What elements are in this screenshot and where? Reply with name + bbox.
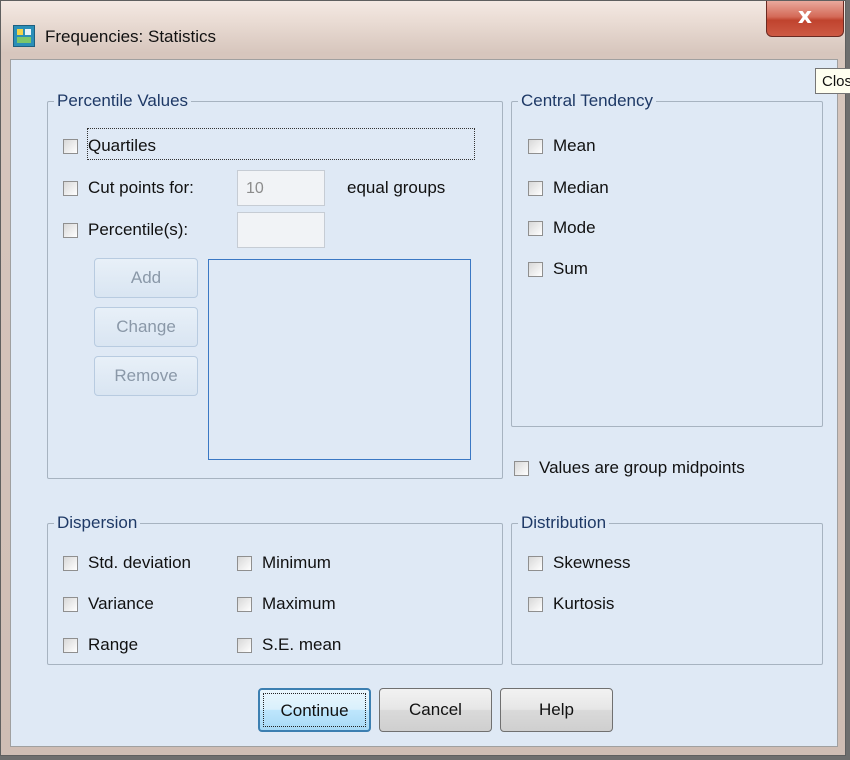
percentiles-checkbox[interactable]: Percentile(s): — [63, 218, 188, 242]
percentiles-label: Percentile(s): — [88, 220, 189, 239]
range-checkbox-box[interactable] — [63, 637, 78, 653]
remove-button[interactable]: Remove — [94, 356, 198, 396]
group-midpoints-checkbox[interactable]: Values are group midpoints — [514, 456, 745, 480]
close-tooltip: Close — [815, 68, 850, 94]
dispersion-legend: Dispersion — [54, 513, 141, 533]
se-mean-checkbox[interactable]: S.E. mean — [237, 633, 341, 657]
variance-checkbox[interactable]: Variance — [63, 592, 154, 616]
kurtosis-checkbox-box[interactable] — [528, 596, 543, 612]
equal-groups-label: equal groups — [347, 176, 445, 200]
sum-label: Sum — [553, 259, 588, 278]
sum-checkbox[interactable]: Sum — [528, 257, 588, 281]
central-tendency-legend: Central Tendency — [518, 91, 656, 111]
cut-points-label: Cut points for: — [88, 178, 194, 197]
skewness-label: Skewness — [553, 553, 631, 572]
mean-label: Mean — [553, 136, 596, 155]
statistics-dialog: Frequencies: Statistics x Percentile Val… — [0, 0, 846, 756]
continue-button-label: Continue — [263, 693, 366, 727]
title-bar[interactable]: Frequencies: Statistics x — [1, 1, 845, 59]
close-icon: x — [797, 4, 813, 29]
sum-checkbox-box[interactable] — [528, 261, 543, 277]
percentile-values-legend: Percentile Values — [54, 91, 192, 111]
mode-label: Mode — [553, 218, 596, 237]
percentile-input[interactable] — [237, 212, 325, 248]
mean-checkbox-box[interactable] — [528, 138, 543, 154]
kurtosis-label: Kurtosis — [553, 594, 615, 613]
quartiles-checkbox[interactable]: Quartiles — [63, 134, 156, 158]
range-checkbox[interactable]: Range — [63, 633, 138, 657]
quartiles-label: Quartiles — [88, 136, 157, 155]
change-button[interactable]: Change — [94, 307, 198, 347]
median-label: Median — [553, 178, 609, 197]
se-mean-checkbox-box[interactable] — [237, 637, 252, 653]
variance-label: Variance — [88, 594, 154, 613]
kurtosis-checkbox[interactable]: Kurtosis — [528, 592, 614, 616]
minimum-checkbox[interactable]: Minimum — [237, 551, 331, 575]
mode-checkbox-box[interactable] — [528, 220, 543, 236]
std-deviation-checkbox-box[interactable] — [63, 555, 78, 571]
maximum-checkbox-box[interactable] — [237, 596, 252, 612]
mean-checkbox[interactable]: Mean — [528, 134, 596, 158]
cut-points-checkbox[interactable]: Cut points for: — [63, 176, 194, 200]
median-checkbox-box[interactable] — [528, 180, 543, 196]
equal-groups-text: equal groups — [347, 178, 446, 197]
se-mean-label: S.E. mean — [262, 635, 342, 654]
percentiles-checkbox-box[interactable] — [63, 222, 78, 238]
help-button[interactable]: Help — [500, 688, 613, 732]
skewness-checkbox-box[interactable] — [528, 555, 543, 571]
cut-points-input[interactable]: 10 — [237, 170, 325, 206]
variance-checkbox-box[interactable] — [63, 596, 78, 612]
distribution-legend: Distribution — [518, 513, 610, 533]
percentile-list[interactable] — [208, 259, 471, 460]
skewness-checkbox[interactable]: Skewness — [528, 551, 630, 575]
app-icon — [13, 25, 35, 47]
continue-button[interactable]: Continue — [258, 688, 371, 732]
minimum-label: Minimum — [262, 553, 331, 572]
window-title: Frequencies: Statistics — [45, 27, 217, 46]
maximum-label: Maximum — [262, 594, 336, 613]
group-midpoints-label: Values are group midpoints — [539, 458, 745, 477]
quartiles-checkbox-box[interactable] — [63, 138, 78, 154]
std-deviation-label: Std. deviation — [88, 553, 192, 572]
std-deviation-checkbox[interactable]: Std. deviation — [63, 551, 191, 575]
range-label: Range — [88, 635, 139, 654]
cut-points-checkbox-box[interactable] — [63, 180, 78, 196]
median-checkbox[interactable]: Median — [528, 176, 609, 200]
cancel-button[interactable]: Cancel — [379, 688, 492, 732]
mode-checkbox[interactable]: Mode — [528, 216, 596, 240]
add-button[interactable]: Add — [94, 258, 198, 298]
close-button[interactable]: x — [766, 1, 844, 37]
maximum-checkbox[interactable]: Maximum — [237, 592, 336, 616]
minimum-checkbox-box[interactable] — [237, 555, 252, 571]
dialog-body: Percentile Values Quartiles Cut points f… — [10, 59, 838, 747]
group-midpoints-checkbox-box[interactable] — [514, 460, 529, 476]
